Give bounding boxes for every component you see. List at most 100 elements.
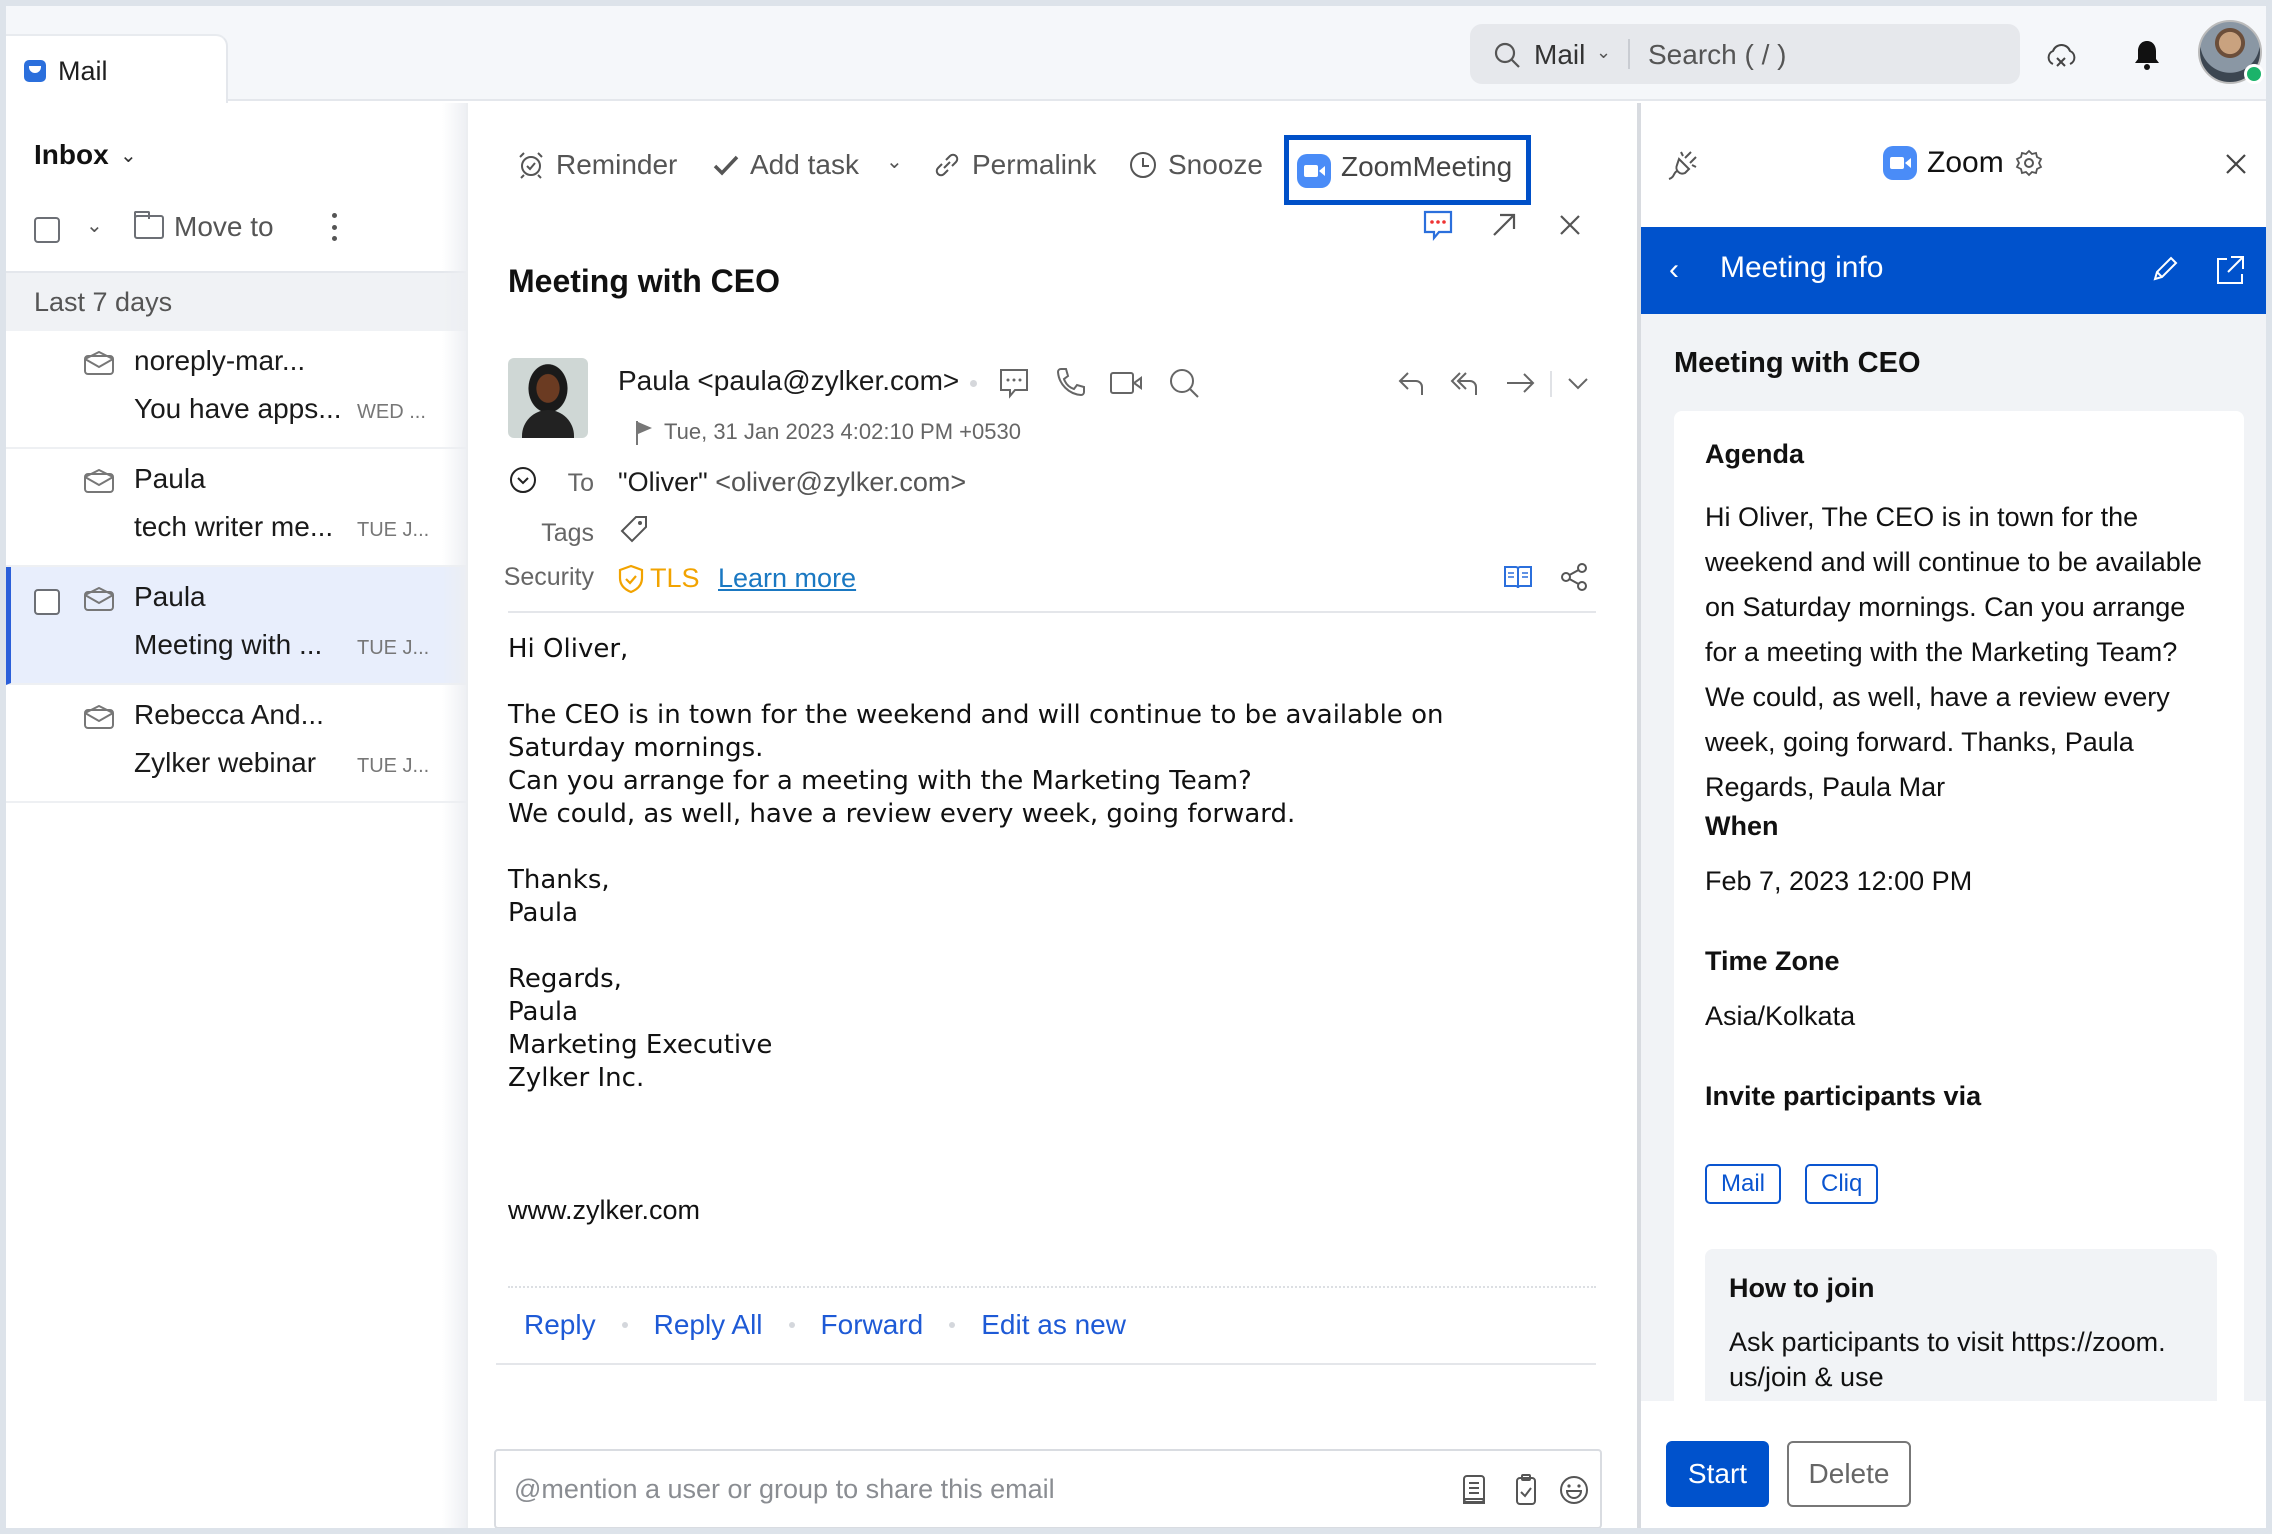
close-icon[interactable]	[2221, 149, 2251, 179]
reminder-button[interactable]: Reminder	[516, 149, 677, 181]
back-chevron-icon[interactable]: ‹	[1669, 253, 1679, 287]
mail-logo-icon	[24, 60, 46, 82]
sender-avatar[interactable]	[508, 358, 588, 438]
mail-list-item[interactable]: noreply-mar... You have apps... WED ...	[6, 331, 466, 449]
zoom-panel-footer: Start Delete	[1641, 1401, 2266, 1528]
search-scope-select[interactable]: Mail	[1534, 39, 1585, 71]
pencil-icon[interactable]	[2147, 253, 2181, 287]
mail-date: TUE J...	[357, 519, 430, 541]
mail-window: Mail Mail ⌄ Search ( / ) Inbox ⌄ ⌄ Move …	[6, 6, 2266, 1528]
mail-list-item[interactable]: Rebecca And... Zylker webinar TUE J...	[6, 685, 466, 803]
chevron-down-icon[interactable]: ⌄	[1596, 42, 1611, 63]
timezone-label: Time Zone	[1705, 946, 1840, 976]
agenda-text: Hi Oliver, The CEO is in town for the we…	[1705, 502, 2202, 802]
header-divider	[508, 611, 1596, 613]
zoom-logo-icon	[1883, 146, 1917, 180]
website-link[interactable]: www.zylker.com	[508, 1195, 700, 1226]
invite-mail-button[interactable]: Mail	[1705, 1164, 1782, 1204]
learn-more-link[interactable]: Learn more	[718, 563, 856, 594]
clock-icon	[1130, 152, 1156, 178]
group-label: Last 7 days	[34, 287, 173, 317]
comment-icon[interactable]	[1420, 207, 1456, 243]
chevron-down-icon[interactable]	[1560, 365, 1596, 401]
snooze-button[interactable]: Snooze	[1128, 149, 1263, 181]
snooze-label: Snooze	[1168, 149, 1263, 180]
bell-icon[interactable]	[2128, 36, 2166, 74]
mail-subject: tech writer me...	[134, 511, 334, 542]
shield-check-icon	[618, 564, 644, 593]
add-task-chevron-down-icon[interactable]: ⌄	[886, 149, 903, 174]
reply-link[interactable]: Reply	[524, 1309, 596, 1341]
mention-input[interactable]	[514, 1469, 1394, 1509]
zoom-panel-top: Zoom	[1641, 103, 2266, 227]
delete-meeting-button[interactable]: Delete	[1787, 1441, 1911, 1507]
chevron-down-icon[interactable]: ⌄	[120, 143, 137, 168]
mail-list-item[interactable]: Paula tech writer me... TUE J...	[6, 449, 466, 567]
recipient-email: <oliver@zylker.com>	[715, 467, 967, 497]
mail-subject: You have apps...	[134, 393, 342, 424]
tab-mail[interactable]: Mail	[6, 34, 228, 103]
flag-icon[interactable]	[634, 419, 654, 445]
share-icon[interactable]	[1558, 561, 1590, 593]
sender-name-email[interactable]: Paula <paula@zylker.com>	[618, 365, 959, 397]
move-to-button[interactable]: Move to	[174, 211, 274, 243]
meeting-info-header: ‹ Meeting info	[1641, 227, 2266, 314]
folder-title[interactable]: Inbox	[34, 139, 109, 171]
search-input[interactable]: Search ( / )	[1648, 39, 1786, 71]
close-icon[interactable]	[1552, 207, 1588, 243]
zoom-app-name: Zoom	[1927, 146, 2004, 179]
top-bar: Mail Mail ⌄ Search ( / )	[6, 6, 2266, 103]
how-to-join-label: How to join	[1729, 1273, 1875, 1303]
forward-link[interactable]: Forward	[821, 1309, 924, 1341]
timezone-value: Asia/Kolkata	[1705, 1001, 1856, 1031]
envelope-open-icon	[84, 351, 114, 375]
zoom-meeting-button[interactable]: ZoomMeeting	[1284, 135, 1531, 205]
more-options-icon[interactable]	[332, 213, 338, 241]
search-bar[interactable]: Mail ⌄ Search ( / )	[1470, 24, 2020, 84]
divider	[1550, 371, 1552, 397]
pop-out-icon[interactable]	[1486, 207, 1522, 243]
chat-icon[interactable]	[996, 365, 1032, 401]
add-task-button[interactable]: Add task	[712, 149, 859, 181]
online-status-dot	[2244, 64, 2264, 84]
external-link-icon[interactable]	[2213, 253, 2247, 287]
select-all-checkbox[interactable]	[34, 217, 60, 243]
chevron-down-icon[interactable]: ⌄	[86, 213, 103, 238]
reply-icon[interactable]	[1394, 365, 1430, 401]
notes-icon[interactable]	[1458, 1473, 1490, 1507]
folder-icon[interactable]	[134, 211, 164, 239]
forward-icon[interactable]	[1502, 365, 1538, 401]
reader-mode-icon[interactable]	[1502, 561, 1534, 593]
when-value: Feb 7, 2023 12:00 PM	[1705, 866, 1973, 896]
add-task-label: Add task	[750, 149, 859, 180]
edit-as-new-link[interactable]: Edit as new	[981, 1309, 1126, 1341]
gear-icon[interactable]	[2014, 148, 2044, 178]
when-label: When	[1705, 811, 1779, 841]
search-icon	[1494, 42, 1520, 68]
video-call-icon[interactable]	[1108, 365, 1144, 401]
mail-item-checkbox[interactable]	[34, 589, 60, 615]
search-icon[interactable]	[1166, 365, 1202, 401]
reminder-label: Reminder	[556, 149, 678, 180]
emoji-icon[interactable]	[1558, 1473, 1590, 1507]
plug-icon[interactable]	[1665, 147, 1701, 183]
invite-label: Invite participants via	[1705, 1081, 1982, 1111]
to-label: To	[567, 469, 594, 497]
email-body: Hi Oliver, The CEO is in town for the we…	[508, 634, 1444, 1093]
tags-label: Tags	[541, 519, 594, 547]
reply-all-link[interactable]: Reply All	[654, 1309, 763, 1341]
phone-icon[interactable]	[1052, 365, 1088, 401]
start-meeting-button[interactable]: Start	[1666, 1441, 1769, 1507]
cloud-sync-icon[interactable]	[2042, 36, 2080, 74]
user-avatar[interactable]	[2198, 20, 2264, 84]
tag-icon[interactable]	[618, 513, 650, 545]
recipient[interactable]: "Oliver" <oliver@zylker.com>	[618, 467, 966, 498]
reply-all-icon[interactable]	[1448, 365, 1484, 401]
permalink-button[interactable]: Permalink	[932, 149, 1096, 181]
task-clipboard-icon[interactable]	[1510, 1473, 1542, 1507]
tab-mail-label: Mail	[58, 56, 108, 86]
reading-pane: Reminder Add task ⌄ Permalink Snooze Zoo…	[466, 103, 1634, 1528]
share-comment-box	[494, 1449, 1602, 1528]
mail-list-item-selected[interactable]: Paula Meeting with ... TUE J...	[6, 567, 466, 685]
invite-cliq-button[interactable]: Cliq	[1805, 1164, 1879, 1204]
